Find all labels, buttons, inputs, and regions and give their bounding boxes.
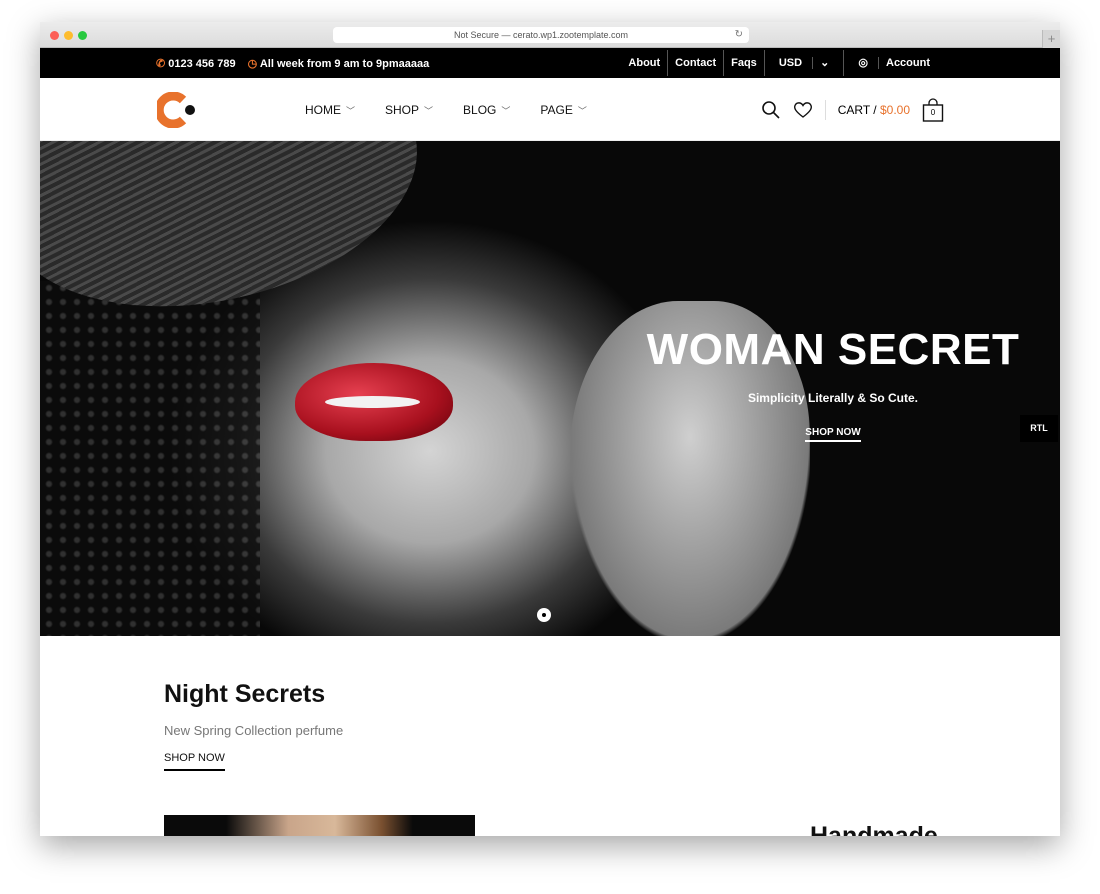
cart-count: 0 (930, 107, 936, 117)
browser-window: Not Secure — cerato.wp1.zootemplate.com ↻… (40, 22, 1060, 836)
cart-link[interactable]: CART / $0.00 (838, 103, 910, 117)
maximize-window-button[interactable] (78, 31, 87, 40)
nav-label: SHOP (385, 102, 420, 117)
nav-home[interactable]: HOME ﹀ (305, 103, 355, 117)
nav-label: PAGE (540, 102, 573, 117)
opening-hours: All week from 9 am to 9pmaaaaa (259, 57, 430, 70)
handmade-title: Handmade (810, 822, 938, 836)
account-link[interactable]: ◎ Account (843, 50, 944, 76)
slider-dot[interactable] (537, 608, 551, 622)
section-subtitle: New Spring Collection perfume (164, 723, 344, 738)
about-link[interactable]: About (621, 50, 667, 76)
hero-subtitle: Simplicity Literally & So Cute. (747, 391, 919, 405)
user-icon: ◎ (858, 57, 868, 69)
chevron-down-icon: ⌄ (812, 57, 837, 69)
heart-icon[interactable] (793, 101, 813, 119)
chevron-down-icon: ﹀ (346, 105, 356, 116)
nav-label: HOME (305, 102, 341, 117)
top-bar: ✆ 0123 456 789 ◷ All week from 9 am to 9… (40, 48, 1060, 78)
cart-label: CART / (837, 102, 877, 117)
cart-amount: $0.00 (879, 102, 910, 117)
hero-title: WOMAN SECRET (646, 325, 1020, 374)
chevron-down-icon: ﹀ (501, 105, 511, 116)
hero-slider: WOMAN SECRET Simplicity Literally & So C… (40, 141, 1060, 636)
red-lips-image (295, 363, 453, 441)
hero-shop-now-button[interactable]: SHOP NOW (805, 427, 861, 442)
hat-brim-decoration (40, 281, 260, 636)
new-tab-button[interactable]: + (1042, 30, 1060, 48)
site-logo[interactable] (154, 91, 197, 133)
nav-shop[interactable]: SHOP ﹀ (385, 103, 433, 117)
chevron-down-icon: ﹀ (424, 105, 434, 116)
close-window-button[interactable] (50, 31, 59, 40)
chevron-down-icon: ﹀ (577, 105, 587, 116)
nav-label: BLOG (463, 102, 497, 117)
currency-value: USD (778, 57, 803, 69)
browser-titlebar: Not Secure — cerato.wp1.zootemplate.com ↻… (40, 22, 1060, 48)
reload-icon[interactable]: ↻ (735, 27, 743, 43)
main-header: HOME ﹀ SHOP ﹀ BLOG ﹀ PAGE ﹀ CART / $0.00 0 (40, 78, 1060, 141)
nav-page[interactable]: PAGE ﹀ (540, 103, 586, 117)
contact-link[interactable]: Contact (667, 50, 723, 76)
clock-icon: ◷ (247, 57, 258, 70)
minimize-window-button[interactable] (64, 31, 73, 40)
phone-icon: ✆ (156, 57, 166, 70)
address-bar[interactable]: Not Secure — cerato.wp1.zootemplate.com ↻ (333, 27, 749, 43)
cart-bag-icon[interactable]: 0 (922, 97, 944, 122)
phone-number[interactable]: 0123 456 789 (168, 58, 235, 70)
account-label: Account (878, 57, 937, 69)
url-text: Not Secure — cerato.wp1.zootemplate.com (453, 30, 629, 40)
section-shop-now-link[interactable]: SHOP NOW (164, 752, 225, 771)
nav-blog[interactable]: BLOG ﹀ (463, 103, 510, 117)
rtl-toggle-button[interactable]: RTL (1020, 415, 1058, 442)
divider (824, 99, 826, 120)
search-icon[interactable] (761, 100, 781, 120)
faqs-link[interactable]: Faqs (723, 50, 764, 76)
section-title: Night Secrets (164, 680, 326, 708)
currency-selector[interactable]: USD ⌄ (763, 50, 844, 76)
main-nav: HOME ﹀ SHOP ﹀ BLOG ﹀ PAGE ﹀ (305, 78, 587, 141)
model-image (164, 815, 475, 836)
